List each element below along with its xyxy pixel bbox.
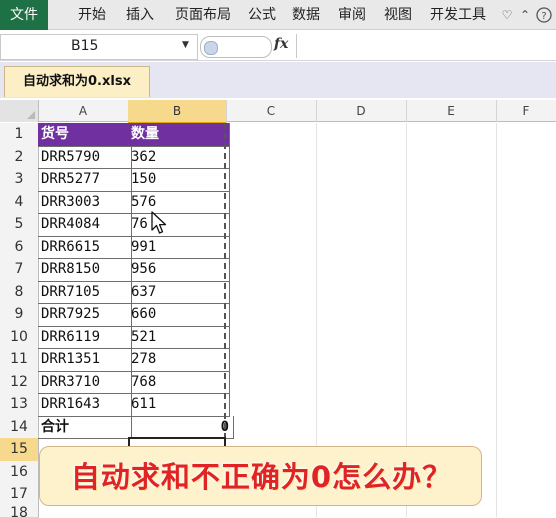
name-box-dropdown-icon[interactable]: ▼ (182, 40, 189, 50)
cell-item-no[interactable]: DRR3710 (38, 371, 132, 395)
column-header-e[interactable]: E (406, 100, 497, 122)
svg-text:?: ? (541, 11, 546, 22)
cell-item-no[interactable]: DRR7105 (38, 281, 132, 305)
row-header[interactable]: 5 (0, 213, 39, 237)
row-header[interactable]: 6 (0, 236, 39, 260)
row-header[interactable]: 3 (0, 168, 39, 192)
tab-file[interactable]: 文件 (0, 0, 48, 30)
name-box[interactable]: B15 (0, 34, 198, 60)
caption-text: 自动求和不正确为0怎么办？ (40, 447, 483, 507)
caption-banner: 自动求和不正确为0怎么办？ (39, 446, 482, 506)
cell-item-no[interactable]: DRR6119 (38, 326, 132, 350)
formula-pill[interactable] (200, 36, 272, 58)
select-all-corner[interactable] (0, 100, 39, 122)
heart-outline-icon[interactable]: ♡ (498, 0, 516, 30)
cell-item-no[interactable]: DRR3003 (38, 191, 132, 215)
help-icon[interactable]: ? (534, 0, 554, 30)
column-header-c[interactable]: C (226, 100, 317, 122)
ribbon-tabs: 文件 开始 插入 页面布局 公式 数据 审阅 视图 开发工具 ♡ ⌃ ? (0, 0, 556, 30)
row-header[interactable]: 16 (0, 461, 39, 485)
tab-data[interactable]: 数据 (286, 0, 326, 30)
cell-item-no[interactable]: DRR5277 (38, 168, 132, 192)
tab-review[interactable]: 审阅 (332, 0, 372, 30)
row-header[interactable]: 8 (0, 281, 39, 305)
minimize-ribbon-icon[interactable]: ⌃ (516, 0, 534, 30)
column-headers: A B C D E F (0, 100, 556, 122)
tab-home[interactable]: 开始 (72, 0, 112, 30)
row-header[interactable]: 7 (0, 258, 39, 282)
total-value-cell[interactable]: 0 (128, 416, 234, 440)
mouse-cursor-icon (150, 210, 170, 236)
row-header[interactable]: 9 (0, 303, 39, 327)
total-label-cell[interactable]: 合计 (38, 416, 132, 440)
column-header-a[interactable]: A (38, 100, 129, 122)
cell-quantity[interactable]: 362 (128, 146, 230, 170)
cell-item-no[interactable]: DRR4084 (38, 213, 132, 237)
row-header[interactable]: 4 (0, 191, 39, 215)
cell-quantity[interactable]: 768 (128, 371, 230, 395)
cell-quantity[interactable]: 991 (128, 236, 230, 260)
tab-developer[interactable]: 开发工具 (422, 0, 494, 30)
row-header[interactable]: 12 (0, 371, 39, 395)
cell-quantity[interactable]: 611 (128, 393, 230, 417)
formula-bar: B15 ▼ fx (0, 31, 556, 61)
cell-quantity[interactable]: 150 (128, 168, 230, 192)
cell-item-no[interactable]: DRR1351 (38, 348, 132, 372)
cell-quantity[interactable]: 637 (128, 281, 230, 305)
cell-item-no[interactable]: DRR8150 (38, 258, 132, 282)
formula-controls: fx (200, 34, 294, 58)
cell-quantity[interactable]: 521 (128, 326, 230, 350)
header-cell-quantity[interactable]: 数量 (128, 123, 230, 147)
column-header-f[interactable]: F (496, 100, 556, 122)
cell-quantity[interactable]: 76 (128, 213, 230, 237)
cancel-circle-icon[interactable] (204, 41, 218, 55)
tab-page-layout[interactable]: 页面布局 (168, 0, 238, 30)
cell-quantity[interactable]: 576 (128, 191, 230, 215)
row-header[interactable]: 11 (0, 348, 39, 372)
row-header[interactable]: 10 (0, 326, 39, 350)
workbook-tab[interactable]: 自动求和为0.xlsx (4, 66, 150, 97)
cell-item-no[interactable]: DRR5790 (38, 146, 132, 170)
cell-item-no[interactable]: DRR6615 (38, 236, 132, 260)
select-all-triangle-icon (27, 111, 35, 119)
cell-quantity[interactable]: 660 (128, 303, 230, 327)
tab-view[interactable]: 视图 (378, 0, 418, 30)
row-header[interactable]: 2 (0, 146, 39, 170)
row-header[interactable]: 18 (0, 506, 39, 518)
tab-formulas[interactable]: 公式 (244, 0, 280, 30)
column-header-b[interactable]: B (128, 100, 227, 124)
cell-item-no[interactable]: DRR7925 (38, 303, 132, 327)
workbook-tab-strip: 自动求和为0.xlsx (0, 62, 556, 98)
cell-item-no[interactable]: DRR1643 (38, 393, 132, 417)
row-header-selected[interactable]: 15 (0, 438, 39, 462)
tab-insert[interactable]: 插入 (120, 0, 160, 30)
header-cell-item-no[interactable]: 货号 (38, 123, 132, 147)
row-header[interactable]: 1 (0, 123, 39, 147)
formula-input[interactable] (296, 34, 556, 58)
row-header[interactable]: 14 (0, 416, 39, 440)
cell-quantity[interactable]: 956 (128, 258, 230, 282)
insert-function-icon[interactable]: fx (274, 36, 288, 52)
row-header[interactable]: 17 (0, 483, 39, 507)
column-header-d[interactable]: D (316, 100, 407, 122)
row-header[interactable]: 13 (0, 393, 39, 417)
cell-quantity[interactable]: 278 (128, 348, 230, 372)
